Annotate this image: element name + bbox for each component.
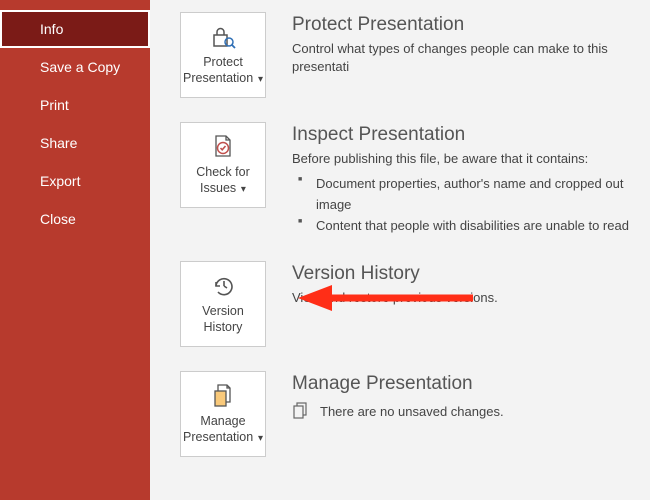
inspect-presentation-section: Check for Issues ▾ Inspect Presentation … [150, 122, 650, 237]
sidebar-item-info[interactable]: Info [0, 10, 150, 48]
list-item: Content that people with disabilities ar… [292, 216, 650, 237]
tile-label: Check for Issues ▾ [196, 165, 250, 196]
inspect-issues-list: Document properties, author's name and c… [292, 174, 650, 236]
document-check-icon [211, 133, 235, 161]
version-history-desc: View and restore previous versions. [292, 289, 650, 307]
sidebar-item-close[interactable]: Close [0, 200, 150, 238]
tile-label: Version History [202, 304, 244, 335]
info-panel: Protect Presentation ▾ Protect Presentat… [150, 0, 650, 500]
version-history-section: Version History Version History View and… [150, 261, 650, 347]
manage-presentation-title: Manage Presentation [292, 373, 650, 395]
tile-label: Manage Presentation ▾ [183, 414, 263, 445]
list-item: Document properties, author's name and c… [292, 174, 650, 216]
protect-presentation-section: Protect Presentation ▾ Protect Presentat… [150, 12, 650, 98]
sidebar-item-save-a-copy[interactable]: Save a Copy [0, 48, 150, 86]
protect-presentation-desc: Control what types of changes people can… [292, 40, 650, 76]
backstage-sidebar: Info Save a Copy Print Share Export Clos… [0, 0, 150, 500]
inspect-presentation-intro: Before publishing this file, be aware th… [292, 150, 650, 168]
inspect-presentation-title: Inspect Presentation [292, 124, 650, 146]
version-history-button[interactable]: Version History [180, 261, 266, 347]
sidebar-item-export[interactable]: Export [0, 162, 150, 200]
document-stack-icon [211, 382, 235, 410]
sidebar-item-print[interactable]: Print [0, 86, 150, 124]
version-history-title: Version History [292, 263, 650, 285]
history-clock-icon [210, 272, 236, 300]
check-for-issues-button[interactable]: Check for Issues ▾ [180, 122, 266, 208]
unsaved-changes-status: There are no unsaved changes. [292, 401, 650, 422]
document-copy-icon [292, 401, 310, 422]
lock-search-icon [210, 23, 236, 51]
protect-presentation-title: Protect Presentation [292, 14, 650, 36]
tile-label: Protect Presentation ▾ [183, 55, 263, 86]
sidebar-item-share[interactable]: Share [0, 124, 150, 162]
manage-presentation-button[interactable]: Manage Presentation ▾ [180, 371, 266, 457]
manage-presentation-section: Manage Presentation ▾ Manage Presentatio… [150, 371, 650, 457]
protect-presentation-button[interactable]: Protect Presentation ▾ [180, 12, 266, 98]
